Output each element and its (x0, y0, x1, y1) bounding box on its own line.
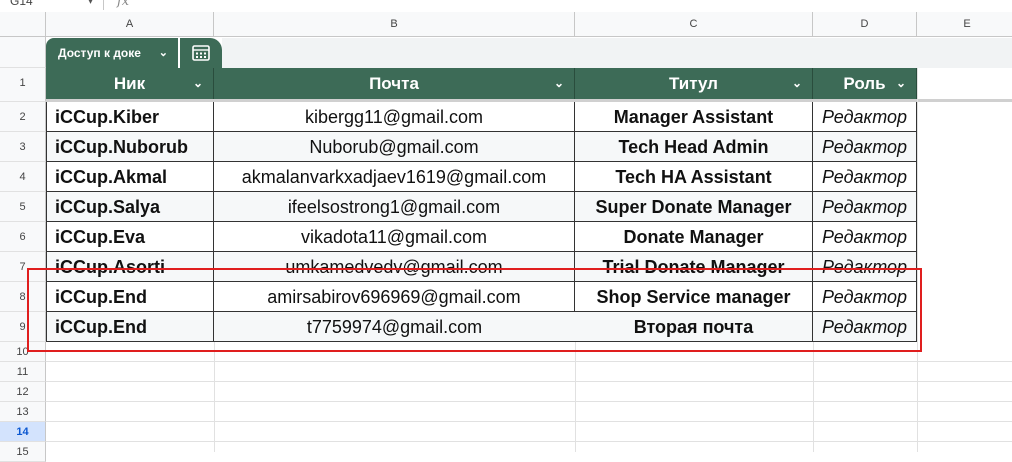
column-header-bar: A B C D E (0, 12, 1012, 37)
chevron-down-icon[interactable]: ⌄ (193, 68, 203, 99)
header-title[interactable]: Титул ⌄ (575, 68, 813, 99)
calculator-icon (192, 45, 210, 61)
row-header-3[interactable]: 3 (0, 132, 46, 162)
row-header-11[interactable]: 11 (0, 362, 46, 382)
grid-line (917, 68, 918, 452)
cell-title[interactable]: Tech HA Assistant (575, 162, 813, 192)
cell-title[interactable]: Donate Manager (575, 222, 813, 252)
column-header-a[interactable]: A (46, 12, 214, 36)
row-header-5[interactable]: 5 (0, 192, 46, 222)
chevron-down-icon: ⌄ (158, 47, 168, 59)
cell-role[interactable]: Редактор (813, 102, 917, 132)
cell-nick[interactable]: iCCup.Nuborub (46, 132, 214, 162)
cell-email[interactable]: kibergg11@gmail.com (214, 102, 575, 132)
chip-row-background (222, 38, 1012, 68)
table-name-chip[interactable]: Доступ к доке ⌄ (46, 38, 178, 68)
row-header-15[interactable]: 15 (0, 442, 46, 462)
row-header-8[interactable]: 8 (0, 282, 46, 312)
cell-nick[interactable]: iCCup.End (46, 282, 214, 312)
cell-role[interactable]: Редактор (813, 192, 917, 222)
cell-title[interactable]: Trial Donate Manager (575, 252, 813, 282)
cell-role[interactable]: Редактор (813, 252, 917, 282)
chevron-down-icon[interactable]: ⌄ (554, 68, 564, 99)
cell-nick[interactable]: iCCup.Eva (46, 222, 214, 252)
header-email-label: Почта (369, 74, 419, 93)
cell-nick[interactable]: iCCup.Salya (46, 192, 214, 222)
table-name-label: Доступ к доке (58, 46, 141, 60)
column-header-c[interactable]: C (575, 12, 813, 36)
cell-email[interactable]: vikadota11@gmail.com (214, 222, 575, 252)
header-title-label: Титул (669, 74, 718, 93)
header-nick[interactable]: Ник ⌄ (46, 68, 214, 99)
cell-email[interactable]: amirsabirov696969@gmail.com (214, 282, 575, 312)
cell-email[interactable]: t7759974@gmail.com (214, 312, 575, 342)
grid-line (46, 381, 1012, 382)
column-header-d[interactable]: D (813, 12, 917, 36)
cell-nick[interactable]: iCCup.End (46, 312, 214, 342)
select-all-corner[interactable] (0, 12, 46, 36)
cell-email[interactable]: umkamedvedv@gmail.com (214, 252, 575, 282)
row-header-1[interactable]: 1 (0, 68, 46, 102)
column-header-e[interactable]: E (917, 12, 1012, 36)
row-header-7[interactable]: 7 (0, 252, 46, 282)
name-box[interactable]: G14 (10, 0, 33, 8)
grid-line (214, 342, 215, 452)
cell-email[interactable]: Nuborub@gmail.com (214, 132, 575, 162)
cell-role[interactable]: Редактор (813, 132, 917, 162)
row-header-14[interactable]: 14 (0, 422, 46, 442)
chevron-down-icon[interactable]: ⌄ (792, 68, 802, 99)
cell-role[interactable]: Редактор (813, 222, 917, 252)
row-header-12[interactable]: 12 (0, 382, 46, 402)
cell-nick[interactable]: iCCup.Kiber (46, 102, 214, 132)
cell-title[interactable]: Tech Head Admin (575, 132, 813, 162)
cell-role[interactable]: Редактор (813, 162, 917, 192)
table-calculator-button[interactable] (180, 38, 222, 68)
cell-role[interactable]: Редактор (813, 312, 917, 342)
cell-title[interactable]: Manager Assistant (575, 102, 813, 132)
divider (103, 0, 104, 10)
fx-icon: fx (117, 0, 130, 9)
row-header-13[interactable]: 13 (0, 402, 46, 422)
chevron-down-icon[interactable]: ▾ (88, 0, 93, 7)
grid-line (46, 361, 1012, 362)
row-header-6[interactable]: 6 (0, 222, 46, 252)
cell-title[interactable]: Вторая почта (575, 312, 813, 342)
grid-line (46, 401, 1012, 402)
row-header-10[interactable]: 10 (0, 342, 46, 362)
header-role-label: Роль (843, 74, 886, 93)
row-header-2[interactable]: 2 (0, 102, 46, 132)
cell-nick[interactable]: iCCup.Akmal (46, 162, 214, 192)
cell-nick[interactable]: iCCup.Asorti (46, 252, 214, 282)
cell-title[interactable]: Super Donate Manager (575, 192, 813, 222)
formula-bar: G14 ▾ fx (0, 0, 1012, 12)
row-header-9[interactable]: 9 (0, 312, 46, 342)
grid-line (46, 441, 1012, 442)
row-header-chip-row (0, 37, 46, 68)
chevron-down-icon[interactable]: ⌄ (896, 68, 906, 99)
grid-line (575, 342, 576, 452)
row-header-4[interactable]: 4 (0, 162, 46, 192)
cell-title[interactable]: Shop Service manager (575, 282, 813, 312)
header-role[interactable]: Роль ⌄ (813, 68, 917, 99)
cell-role[interactable]: Редактор (813, 282, 917, 312)
cell-email[interactable]: akmalanvarkxadjaev1619@gmail.com (214, 162, 575, 192)
cell-email[interactable]: ifeelsostrong1@gmail.com (214, 192, 575, 222)
header-nick-label: Ник (113, 74, 146, 93)
grid-line (46, 421, 1012, 422)
header-email[interactable]: Почта ⌄ (214, 68, 575, 99)
column-header-b[interactable]: B (214, 12, 575, 36)
grid-line (813, 342, 814, 452)
